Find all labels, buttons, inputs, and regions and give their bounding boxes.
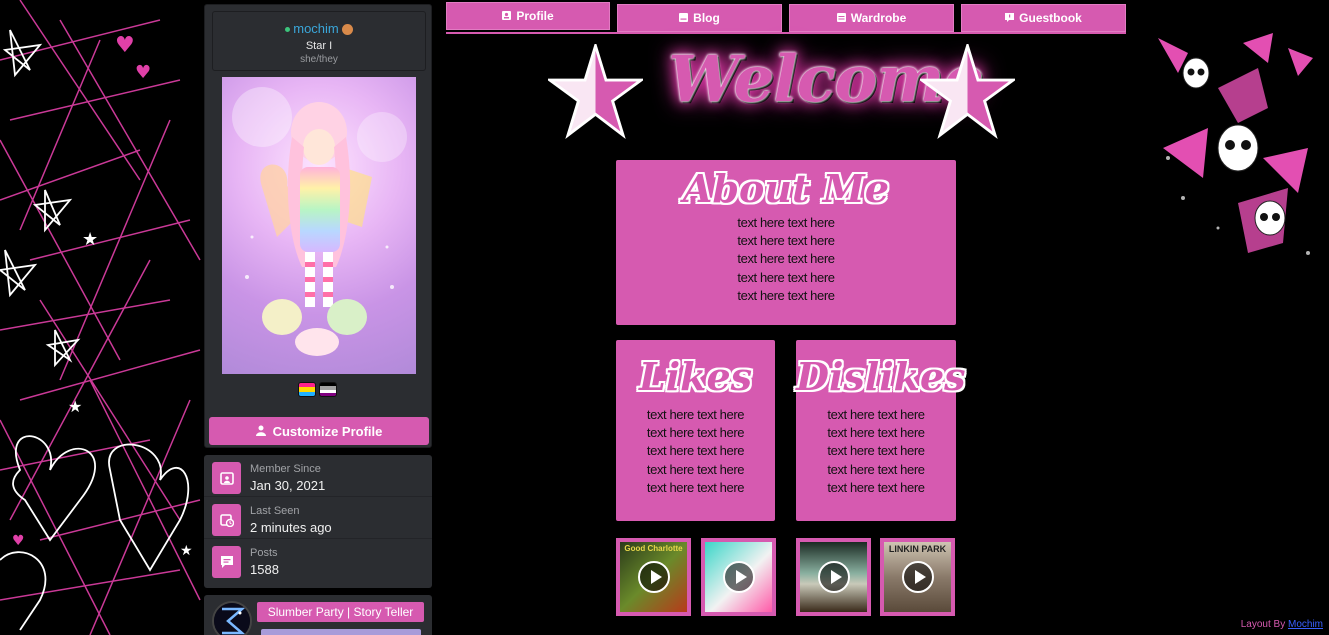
secondary-badge (261, 629, 421, 635)
dislikes-line: text here text here (827, 407, 925, 422)
likes-box: Likes text here text here text here text… (616, 340, 775, 521)
likes-line: text here text here (646, 407, 745, 422)
tab-profile[interactable]: Profile (446, 2, 610, 30)
chat-bubble-icon (212, 546, 241, 578)
about-me-line: text here text here (737, 269, 835, 285)
username[interactable]: mochim (293, 21, 339, 36)
blog-icon (679, 11, 689, 25)
play-icon[interactable] (637, 561, 670, 593)
stat-value: 2 minutes ago (250, 520, 332, 535)
stat-label: Posts (250, 547, 278, 559)
welcome-title: Welcome (668, 42, 984, 117)
badge-row: Slumber Party | Story Teller (204, 595, 432, 635)
music-player[interactable] (701, 538, 776, 616)
club-badge[interactable]: Slumber Party | Story Teller (257, 602, 424, 622)
about-me-box: About Me text here text here text here t… (616, 160, 956, 325)
dislikes-line: text here text here (827, 461, 925, 477)
profile-tabs: Profile Blog Wardrobe Guestbook (446, 2, 1126, 34)
svg-text:★: ★ (68, 397, 82, 416)
layout-credit: Layout By Mochim (1241, 619, 1323, 630)
scribble-decoration-left: ★ ★ ★ ♥ ♥ ♥ (0, 0, 205, 635)
about-me-line: text here text here (737, 215, 835, 230)
customize-profile-button[interactable]: Customize Profile (209, 417, 429, 445)
tab-blog[interactable]: Blog (617, 4, 782, 32)
about-me-line: text here text here (737, 287, 835, 303)
credit-prefix: Layout By (1240, 619, 1286, 630)
user-edit-icon (255, 424, 267, 439)
play-icon[interactable] (722, 561, 755, 593)
about-me-title: About Me (682, 166, 890, 211)
dislikes-box: Dislikes text here text here text here t… (796, 340, 966, 521)
play-icon[interactable] (817, 561, 850, 593)
badge-avatar (212, 601, 252, 635)
profile-icon (502, 9, 512, 23)
svg-text:♥: ♥ (135, 62, 151, 83)
likes-title: Likes (638, 354, 753, 399)
tab-label: Guestbook (1019, 11, 1082, 25)
stat-value: 1588 (250, 562, 279, 577)
nautical-star-icon (920, 44, 1015, 139)
wardrobe-icon (836, 11, 846, 25)
stat-member-since: Member Since Jan 30, 2021 (204, 455, 432, 497)
music-player[interactable] (796, 538, 871, 616)
cookie-icon (341, 24, 353, 36)
welcome-header: Welcome (548, 40, 1018, 150)
guestbook-icon (1005, 11, 1015, 25)
user-title: Star I (305, 40, 333, 52)
play-icon[interactable] (901, 561, 934, 593)
about-me-line: text here text here (737, 233, 835, 249)
likes-line: text here text here (646, 425, 745, 441)
tab-wardrobe[interactable]: Wardrobe (789, 4, 954, 32)
stat-label: Last Seen (250, 505, 300, 517)
credit-link[interactable]: Mochim (1288, 619, 1323, 630)
stat-posts: Posts 1588 (204, 539, 432, 581)
tab-guestbook[interactable]: Guestbook (961, 4, 1126, 32)
svg-text:★: ★ (180, 543, 193, 559)
dislikes-title: Dislikes (796, 354, 966, 399)
svg-text:♥: ♥ (12, 533, 25, 549)
pride-flags (298, 382, 337, 397)
username-row: mochim (213, 21, 425, 36)
pansexual-flag-icon (298, 382, 316, 397)
asexual-flag-icon (319, 382, 337, 397)
album-cover-text: LINKIN PARK (888, 544, 947, 554)
nautical-star-icon (548, 44, 643, 139)
dislikes-line: text here text here (827, 479, 925, 495)
profile-sidebar: mochim Star I she/they Customize Profile… (204, 4, 432, 635)
calendar-user-icon (212, 462, 241, 494)
pronouns: she/they (300, 54, 338, 65)
svg-text:★: ★ (82, 229, 98, 250)
calendar-clock-icon (212, 504, 241, 536)
tab-underline (446, 32, 1126, 34)
stats-card: Member Since Jan 30, 2021 Last Seen 2 mi… (204, 455, 432, 588)
likes-line: text here text here (646, 479, 745, 495)
likes-line: text here text here (646, 461, 745, 477)
profile-card: mochim Star I she/they Customize Profile (204, 4, 432, 448)
stat-label: Member Since (250, 463, 321, 475)
stat-value: Jan 30, 2021 (250, 478, 326, 493)
customize-profile-label: Customize Profile (272, 423, 383, 439)
name-box: mochim Star I she/they (212, 11, 426, 71)
dislikes-line: text here text here (827, 443, 925, 459)
tab-label: Wardrobe (850, 11, 907, 25)
page-root: ★ ★ ★ ♥ ♥ ♥ mochim Star I she/they Custo… (0, 0, 1329, 635)
stat-last-seen: Last Seen 2 minutes ago (204, 497, 432, 539)
music-player[interactable]: Good Charlotte (616, 538, 691, 616)
music-player[interactable]: LINKIN PARK (880, 538, 955, 616)
album-cover-text: Good Charlotte (624, 544, 683, 553)
skull-butterfly-decoration (1148, 28, 1318, 278)
likes-line: text here text here (646, 443, 745, 459)
svg-text:♥: ♥ (115, 33, 135, 58)
avatar (222, 77, 416, 374)
tab-label: Blog (693, 11, 720, 25)
dislikes-line: text here text here (827, 425, 925, 441)
about-me-line: text here text here (737, 251, 835, 267)
tab-label: Profile (516, 9, 554, 23)
online-status-icon (285, 27, 291, 33)
